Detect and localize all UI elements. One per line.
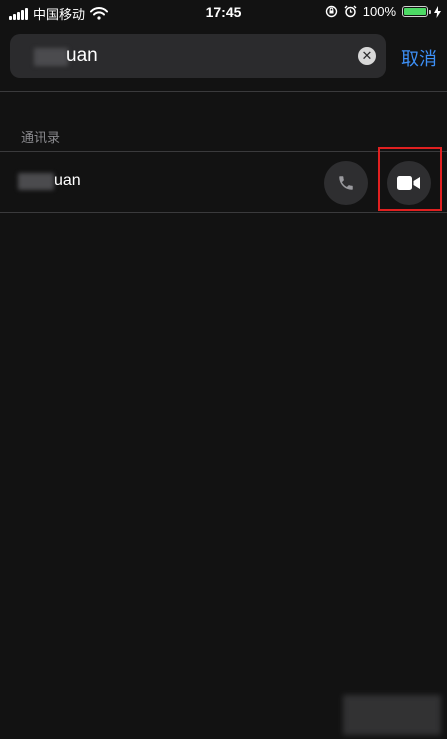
watermark (343, 695, 441, 735)
search-redacted (34, 48, 68, 66)
search-value: uan (66, 45, 98, 66)
battery-icon (402, 6, 431, 17)
contact-name: uan (54, 172, 81, 189)
cancel-button[interactable]: 取消 (401, 45, 437, 71)
phone-icon (339, 176, 353, 190)
contact-redacted (18, 173, 54, 190)
search-input[interactable]: uan ✕ (10, 34, 386, 78)
orientation-lock-icon (325, 5, 337, 18)
row-divider-bottom (0, 212, 447, 213)
status-bar: 中国移动 17:45 100% (0, 0, 447, 26)
section-header: 通讯录 (21, 130, 61, 145)
call-button[interactable] (324, 161, 368, 205)
alarm-icon (344, 5, 357, 18)
highlight-box (378, 147, 442, 211)
clear-icon[interactable]: ✕ (358, 47, 376, 65)
battery-percent: 100% (362, 4, 396, 19)
search-divider (0, 91, 447, 92)
status-right: 100% (325, 4, 441, 19)
charging-icon (434, 5, 441, 18)
